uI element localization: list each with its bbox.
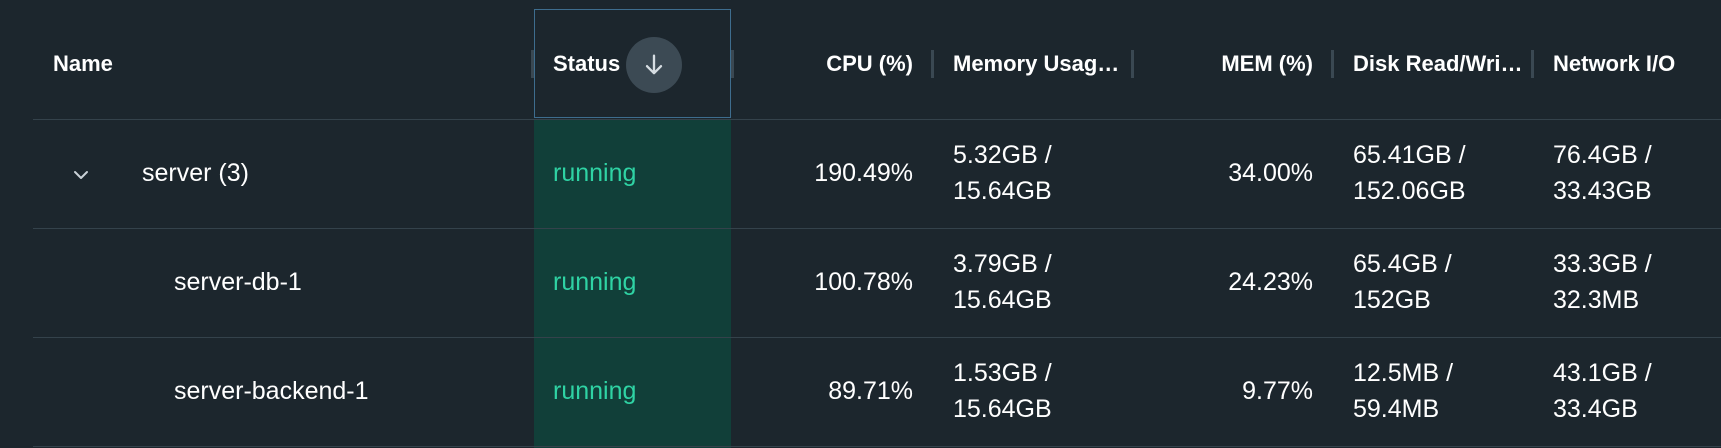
column-header-name-label: Name (53, 51, 113, 76)
network-in: 33.3GB / (1553, 250, 1652, 278)
disk-io-value: 65.4GB / 152GB (1353, 246, 1452, 318)
cpu-value: 190.49% (814, 159, 913, 187)
column-header-name[interactable]: Name (53, 9, 453, 119)
sort-descending-button[interactable] (626, 37, 682, 93)
disk-write: 152.06GB (1353, 177, 1466, 205)
memory-total: 15.64GB (953, 177, 1052, 205)
memory-usage-value: 3.79GB / 15.64GB (953, 246, 1052, 318)
network-io-value: 33.3GB / 32.3MB (1553, 246, 1652, 318)
network-in: 76.4GB / (1553, 141, 1652, 169)
memory-used: 1.53GB / (953, 359, 1052, 387)
row-name: server-backend-1 (174, 377, 369, 405)
column-header-mem-pct[interactable]: MEM (%) (1140, 9, 1313, 119)
memory-used: 3.79GB / (953, 250, 1052, 278)
column-header-network[interactable]: Network I/O (1553, 9, 1721, 119)
memory-total: 15.64GB (953, 286, 1052, 314)
cpu-value: 100.78% (814, 268, 913, 296)
column-resize-handle[interactable] (531, 50, 534, 78)
disk-write: 59.4MB (1353, 395, 1440, 423)
disk-io-value: 12.5MB / 59.4MB (1353, 355, 1453, 427)
column-resize-handle[interactable] (731, 50, 734, 78)
row-name: server-db-1 (174, 268, 302, 296)
row-divider (33, 446, 1721, 447)
arrow-down-icon (645, 54, 663, 75)
column-header-mem-pct-label: MEM (%) (1221, 51, 1313, 76)
column-header-cpu[interactable]: CPU (%) (740, 9, 913, 119)
mem-pct-value: 24.23% (1228, 268, 1313, 296)
row-divider (33, 337, 1721, 338)
disk-read: 65.41GB / (1353, 141, 1466, 169)
cpu-value: 89.71% (828, 377, 913, 405)
memory-used: 5.32GB / (953, 141, 1052, 169)
disk-write: 152GB (1353, 286, 1431, 314)
column-header-status[interactable]: Status (553, 9, 633, 119)
status-badge: running (553, 377, 637, 405)
column-header-memory-usage-label: Memory Usag… (953, 51, 1120, 76)
row-divider (33, 228, 1721, 229)
disk-io-value: 65.41GB / 152.06GB (1353, 137, 1466, 209)
container-stats-table: Name Status CPU (%) Memory Usag… MEM (%)… (0, 0, 1721, 448)
column-resize-handle[interactable] (1331, 50, 1334, 78)
status-badge: running (553, 159, 637, 187)
network-io-value: 43.1GB / 33.4GB (1553, 355, 1652, 427)
network-io-value: 76.4GB / 33.43GB (1553, 137, 1652, 209)
column-header-status-label: Status (553, 51, 621, 76)
status-badge: running (553, 268, 637, 296)
mem-pct-value: 9.77% (1242, 377, 1313, 405)
network-out: 33.43GB (1553, 177, 1652, 205)
memory-usage-value: 1.53GB / 15.64GB (953, 355, 1052, 427)
column-resize-handle[interactable] (1531, 50, 1534, 78)
memory-usage-value: 5.32GB / 15.64GB (953, 137, 1052, 209)
column-header-network-label: Network I/O (1553, 51, 1676, 76)
mem-pct-value: 34.00% (1228, 159, 1313, 187)
collapse-group-button[interactable] (66, 160, 96, 190)
memory-total: 15.64GB (953, 395, 1052, 423)
network-out: 33.4GB (1553, 395, 1638, 423)
chevron-down-icon (74, 171, 88, 179)
column-header-cpu-label: CPU (%) (826, 51, 913, 76)
column-resize-handle[interactable] (1131, 50, 1134, 78)
row-divider (33, 119, 1721, 120)
column-header-disk[interactable]: Disk Read/Wri… (1353, 9, 1528, 119)
row-name: server (3) (142, 159, 249, 187)
network-out: 32.3MB (1553, 286, 1640, 314)
network-in: 43.1GB / (1553, 359, 1652, 387)
disk-read: 12.5MB / (1353, 359, 1454, 387)
column-resize-handle[interactable] (931, 50, 934, 78)
column-header-memory-usage[interactable]: Memory Usag… (953, 9, 1128, 119)
column-header-disk-label: Disk Read/Wri… (1353, 51, 1523, 76)
disk-read: 65.4GB / (1353, 250, 1452, 278)
